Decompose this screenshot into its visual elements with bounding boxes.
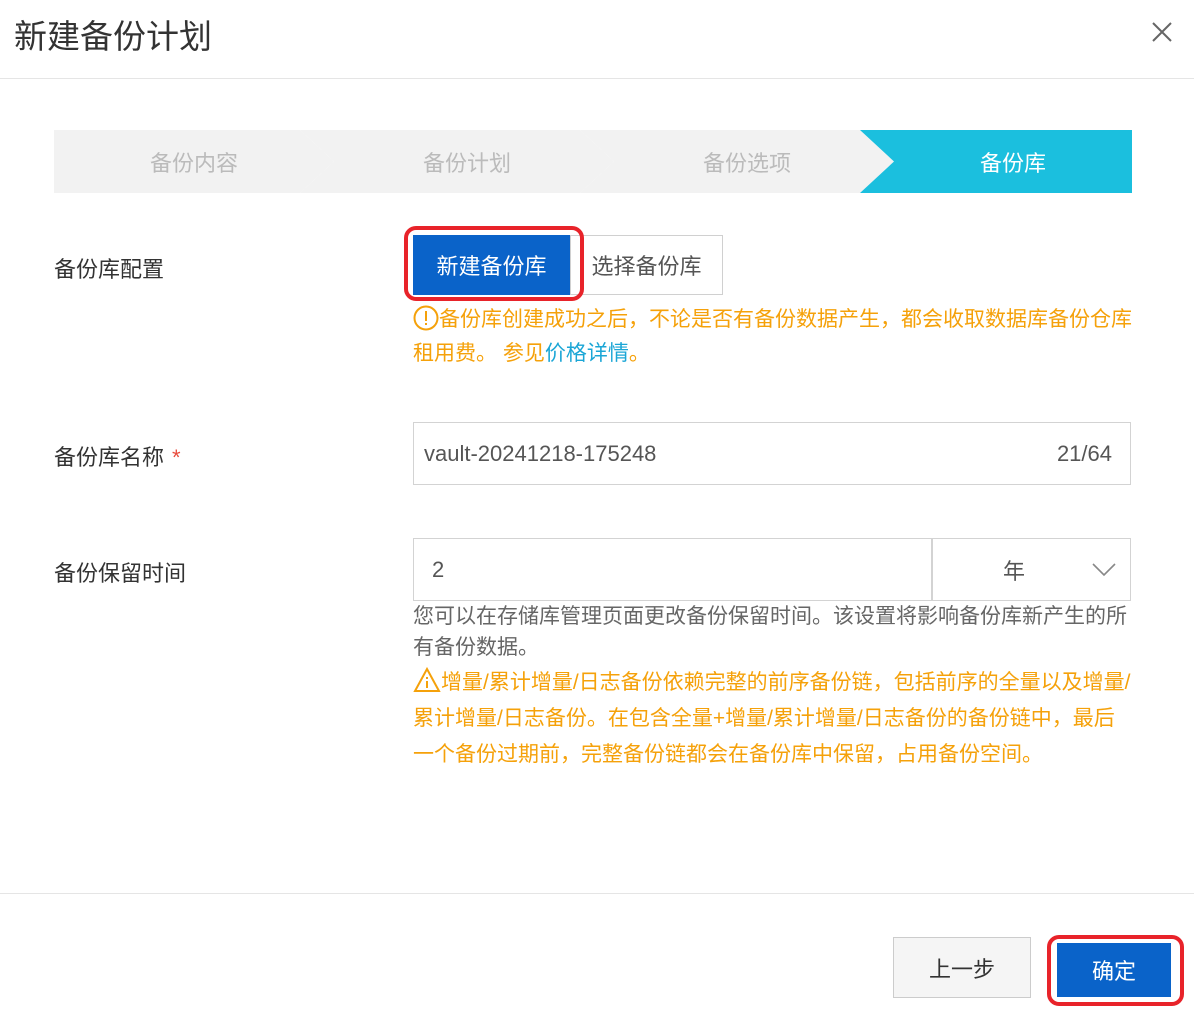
vault-notice: 备份库创建成功之后，不论是否有备份数据产生，都会收取数据库备份仓库租用费。 参见… <box>413 303 1133 371</box>
step-backup-content: 备份内容 <box>54 130 334 193</box>
warning-triangle-icon <box>413 666 441 692</box>
char-counter: 21/64 <box>1056 440 1112 466</box>
chevron-down-icon <box>1092 562 1116 576</box>
header-divider <box>0 78 1194 79</box>
new-vault-button[interactable]: 新建备份库 <box>413 235 570 295</box>
step-vault: 备份库 <box>860 130 1132 193</box>
retention-help: 您可以在存储库管理页面更改备份保留时间。该设置将影响备份库新产生的所有备份数据。 <box>413 605 1127 659</box>
price-details-link[interactable]: 价格详情 <box>545 342 629 365</box>
step-backup-plan: 备份计划 <box>300 130 614 193</box>
footer-divider <box>0 893 1194 894</box>
vault-name-value: vault-20241218-175248 <box>424 440 657 466</box>
retention-value: 2 <box>432 556 445 582</box>
retention-warning-text: 增量/累计增量/日志备份依赖完整的前序备份链，包括前序的全量以及增量/累计增量/… <box>413 671 1131 766</box>
retention-value-input[interactable]: 2 <box>413 538 932 601</box>
previous-step-button[interactable]: 上一步 <box>893 937 1031 998</box>
step-backup-options: 备份选项 <box>580 130 894 193</box>
vault-name-label-text: 备份库名称 <box>54 445 165 470</box>
select-vault-button[interactable]: 选择备份库 <box>570 235 723 295</box>
required-mark: * <box>172 445 181 470</box>
retention-label: 备份保留时间 <box>54 561 187 586</box>
retention-unit: 年 <box>1003 558 1026 584</box>
retention-warning: 增量/累计增量/日志备份依赖完整的前序备份链，包括前序的全量以及增量/累计增量/… <box>413 665 1133 773</box>
notice-end: 。 <box>628 342 650 365</box>
notice-text: 备份库创建成功之后，不论是否有备份数据产生，都会收取数据库备份仓库租用费。 参见 <box>413 308 1132 365</box>
vault-name-input[interactable]: vault-20241218-175248 21/64 <box>413 422 1131 485</box>
info-circle-icon <box>413 305 439 331</box>
confirm-button[interactable]: 确定 <box>1057 943 1171 997</box>
dialog-title: 新建备份计划 <box>14 18 212 55</box>
retention-unit-select[interactable]: 年 <box>932 538 1131 601</box>
vault-name-label: 备份库名称 * <box>54 440 181 472</box>
close-icon[interactable] <box>1148 18 1176 46</box>
vault-config-label: 备份库配置 <box>54 257 165 282</box>
